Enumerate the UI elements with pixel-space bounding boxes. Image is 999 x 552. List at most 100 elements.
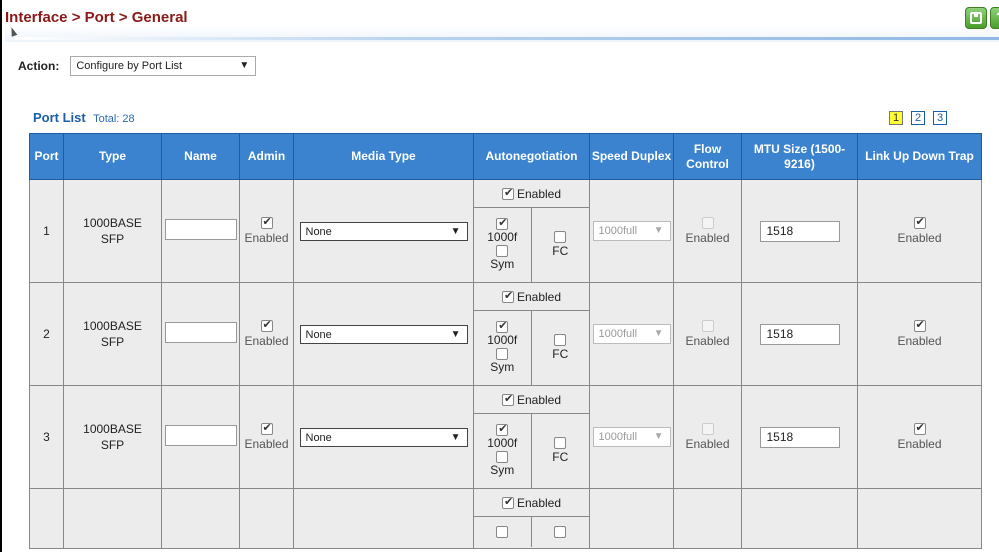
speed-duplex-select[interactable]: 1000full ▼: [592, 427, 671, 447]
trap-cell: Enabled: [857, 385, 982, 489]
action-select[interactable]: Configure by Port List ▼: [70, 56, 257, 76]
admin-checkbox[interactable]: [260, 215, 273, 230]
autoneg-fc-label: FC: [552, 244, 569, 258]
autoneg-enabled-checkbox[interactable]: [501, 186, 514, 200]
speed-cell: 1000full ▼: [589, 282, 674, 386]
flow-control-label: Enabled: [685, 436, 730, 451]
autoneg-sym-label: Sym: [490, 257, 515, 271]
col-speed-duplex: Speed Duplex: [589, 133, 674, 180]
media-cell: None ▼: [293, 385, 474, 489]
trap-label: Enabled: [897, 436, 942, 451]
autoneg-1000f-label: 1000f: [487, 230, 518, 244]
page-link-1[interactable]: 1: [889, 111, 903, 125]
autoneg-cell: Enabled 1000f Sym FC: [473, 179, 590, 283]
dropdown-arrow-icon: ▼: [450, 225, 461, 237]
table-row: 3 1000BASE SFP Enabled None ▼ Enabled 100…: [29, 385, 982, 489]
media-type-select[interactable]: None ▼: [299, 324, 468, 344]
autoneg-enabled-label: Enabled: [516, 289, 562, 304]
autoneg-fc-checkbox[interactable]: [554, 231, 567, 243]
mtu-cell: 1518: [741, 282, 858, 386]
autoneg-sym-label: Sym: [490, 463, 515, 477]
admin-label: Enabled: [244, 333, 289, 348]
col-media-type: Media Type: [293, 133, 474, 180]
col-admin: Admin: [239, 133, 294, 180]
admin-checkbox[interactable]: [260, 421, 273, 436]
autoneg-enabled-checkbox[interactable]: [501, 495, 514, 509]
autoneg-1000f-checkbox[interactable]: [496, 216, 509, 231]
autoneg-enabled-checkbox[interactable]: [501, 392, 514, 406]
name-input[interactable]: [164, 425, 237, 446]
autoneg-1000f-label: 1000f: [487, 436, 518, 450]
media-type-value: None: [305, 328, 332, 341]
autoneg-enabled-checkbox[interactable]: [501, 289, 514, 303]
mtu-input[interactable]: 1518: [759, 220, 840, 242]
speed-duplex-value: 1000full: [598, 328, 638, 340]
port-type: 1000BASE SFP: [63, 385, 162, 489]
autoneg-sym-checkbox[interactable]: [496, 451, 509, 463]
media-type-select[interactable]: None ▼: [299, 221, 468, 241]
autoneg-enabled-label: Enabled: [516, 392, 562, 407]
autoneg-1000f-label: 1000f: [487, 333, 518, 347]
breadcrumb: Interface > Port > General: [5, 9, 188, 26]
trap-label: Enabled: [897, 333, 942, 348]
mtu-cell: 1518: [741, 385, 858, 489]
media-type-select[interactable]: None ▼: [299, 427, 468, 447]
autoneg-sym-label: Sym: [490, 360, 515, 374]
autoneg-fc-label: FC: [552, 450, 569, 464]
media-cell: None ▼: [293, 179, 474, 283]
dropdown-arrow-icon: ▼: [653, 431, 664, 442]
page-link-2[interactable]: 2: [911, 111, 925, 125]
dropdown-arrow-icon: ▼: [653, 225, 664, 236]
dropdown-arrow-icon: ▼: [653, 328, 664, 339]
autoneg-fc-checkbox[interactable]: [554, 437, 567, 449]
port-type: 1000BASE SFP: [63, 282, 162, 386]
save-icon: [970, 12, 982, 24]
flow-cell: Enabled: [673, 282, 742, 386]
port-list-total: Total: 28: [93, 113, 135, 125]
name-cell: [161, 179, 240, 283]
media-cell: None ▼: [293, 282, 474, 386]
speed-duplex-value: 1000full: [598, 225, 638, 237]
admin-label: Enabled: [244, 230, 289, 245]
autoneg-fc-checkbox[interactable]: [554, 526, 567, 538]
media-type-value: None: [305, 225, 332, 238]
trap-label: Enabled: [897, 230, 942, 245]
col-autonegotiation: Autonegotiation: [473, 133, 590, 180]
flow-control-checkbox[interactable]: [701, 216, 714, 229]
col-mtu-size: MTU Size (1500-9216): [741, 133, 858, 180]
col-name: Name: [161, 133, 240, 180]
autoneg-sym-checkbox[interactable]: [496, 348, 509, 360]
trap-checkbox[interactable]: [913, 318, 926, 333]
admin-cell: Enabled: [239, 179, 294, 283]
dropdown-arrow-icon: ▼: [239, 60, 250, 71]
port-list-heading: Port List Total: 28: [33, 110, 135, 125]
autoneg-fc-checkbox[interactable]: [554, 334, 567, 346]
autoneg-1000f-checkbox[interactable]: [496, 526, 509, 538]
autoneg-1000f-checkbox[interactable]: [496, 422, 509, 437]
autoneg-1000f-checkbox[interactable]: [496, 319, 509, 334]
trap-checkbox[interactable]: [913, 421, 926, 436]
help-button[interactable]: ?: [990, 7, 999, 29]
admin-label: Enabled: [244, 436, 289, 451]
save-button[interactable]: [965, 7, 987, 29]
admin-cell: Enabled: [239, 282, 294, 386]
admin-checkbox[interactable]: [260, 318, 273, 333]
flow-control-checkbox[interactable]: [701, 422, 714, 435]
speed-duplex-select[interactable]: 1000full ▼: [592, 324, 671, 344]
autoneg-fc-label: FC: [552, 347, 569, 361]
autoneg-sym-checkbox[interactable]: [496, 245, 509, 257]
mtu-input[interactable]: 1518: [759, 426, 840, 448]
name-input[interactable]: [164, 322, 237, 343]
flow-control-checkbox[interactable]: [701, 319, 714, 332]
table-row: Enabled: [29, 488, 982, 549]
pagination: 1 2 3: [889, 111, 947, 125]
page-link-3[interactable]: 3: [933, 111, 947, 125]
dropdown-arrow-icon: ▼: [450, 431, 461, 443]
action-bar: Action: Configure by Port List ▼: [18, 56, 257, 76]
mtu-input[interactable]: 1518: [759, 323, 840, 345]
name-input[interactable]: [164, 219, 237, 240]
speed-duplex-select[interactable]: 1000full ▼: [592, 221, 671, 241]
col-port: Port: [29, 133, 64, 180]
mtu-cell: 1518: [741, 179, 858, 283]
trap-checkbox[interactable]: [913, 215, 926, 230]
